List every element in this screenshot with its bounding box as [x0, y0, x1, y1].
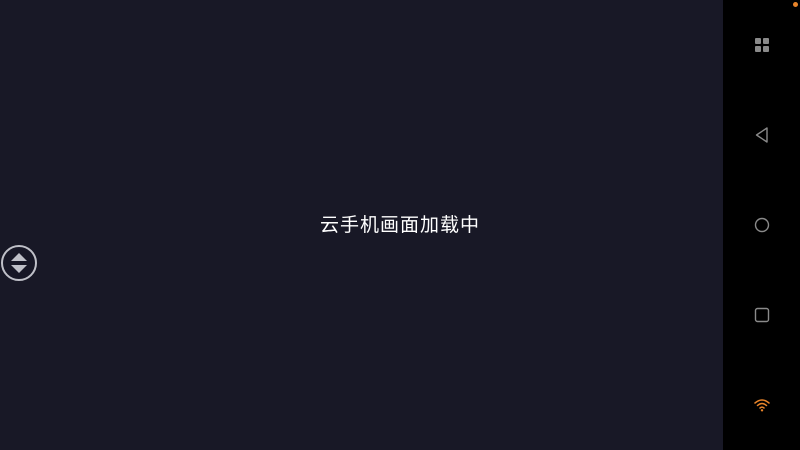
loading-message: 云手机画面加载中	[319, 214, 480, 236]
expand-collapse-icon	[11, 253, 27, 273]
side-navigation-bar	[723, 0, 800, 450]
back-button[interactable]	[723, 115, 800, 155]
back-triangle-icon	[755, 127, 768, 143]
floating-control-ball[interactable]	[1, 245, 37, 281]
recents-square-icon	[754, 307, 769, 323]
menu-button[interactable]	[723, 25, 800, 65]
home-circle-icon	[754, 217, 769, 233]
menu-grid-icon	[754, 38, 769, 52]
recents-button[interactable]	[723, 295, 800, 335]
network-status-button[interactable]	[723, 385, 800, 425]
wifi-signal-icon	[753, 399, 770, 412]
home-button[interactable]	[723, 205, 800, 245]
status-indicator-dot	[793, 2, 798, 7]
